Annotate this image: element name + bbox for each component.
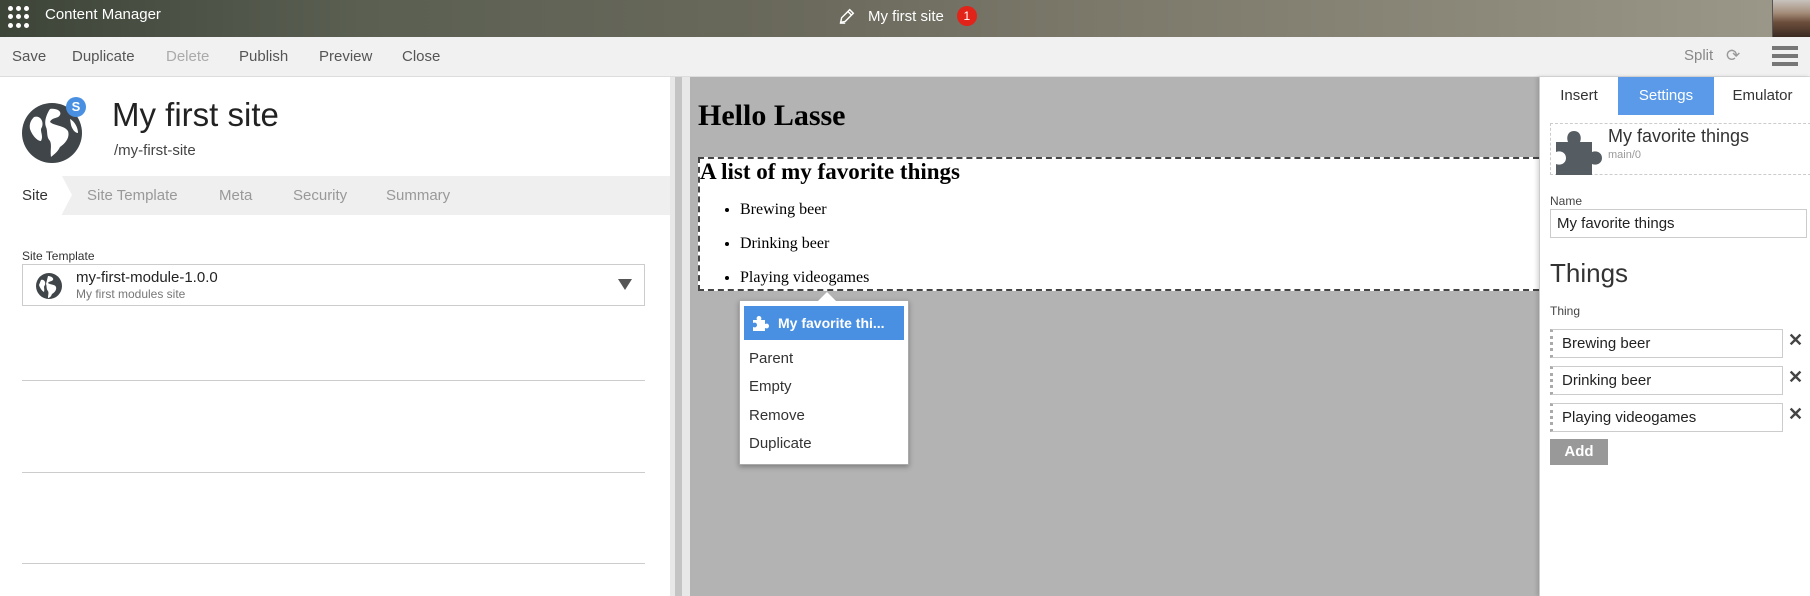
- module-header: My favorite things main/0: [1550, 123, 1810, 175]
- preview-heading: Hello Lasse: [698, 99, 846, 132]
- site-template-description: My first modules site: [76, 287, 186, 301]
- menu-item-empty[interactable]: Empty: [749, 378, 792, 395]
- site-editor-panel: S My first site /my-first-site Site Site…: [0, 77, 670, 596]
- user-avatar[interactable]: [1772, 0, 1810, 37]
- tab-security[interactable]: Security: [293, 176, 347, 215]
- split-toggle[interactable]: Split: [1684, 47, 1713, 64]
- hamburger-menu-icon[interactable]: [1772, 46, 1798, 68]
- publish-button[interactable]: Publish: [239, 48, 288, 65]
- divider: [22, 563, 645, 564]
- globe-icon: [36, 273, 62, 299]
- context-menu-title[interactable]: My favorite thi...: [744, 306, 904, 340]
- module-context-menu: My favorite thi... Parent Empty Remove D…: [739, 292, 909, 465]
- toolbar: Save Duplicate Delete Publish Preview Cl…: [0, 37, 1810, 77]
- current-site-name: My first site: [868, 7, 944, 25]
- name-label: Name: [1550, 194, 1583, 208]
- site-icon: S: [20, 97, 86, 163]
- chevron-down-icon: [618, 279, 632, 290]
- refresh-icon[interactable]: ⟳: [1726, 47, 1744, 65]
- apps-grid-icon[interactable]: [8, 6, 30, 28]
- site-template-select[interactable]: my-first-module-1.0.0 My first modules s…: [22, 264, 645, 306]
- module-path: main/0: [1608, 149, 1642, 161]
- add-thing-button[interactable]: Add: [1550, 439, 1608, 465]
- site-badge: S: [66, 97, 86, 117]
- tab-meta[interactable]: Meta: [219, 176, 252, 215]
- close-button[interactable]: Close: [402, 48, 440, 65]
- puzzle-icon: [1556, 131, 1602, 175]
- list-item: Brewing beer: [740, 201, 869, 235]
- tab-site[interactable]: Site: [0, 176, 72, 215]
- list-item: Drinking beer: [740, 235, 869, 269]
- delete-button[interactable]: Delete: [166, 48, 209, 65]
- site-tabs: Site Site Template Meta Security Summary: [0, 176, 670, 215]
- pen-icon: [839, 8, 855, 24]
- tab-settings[interactable]: Settings: [1618, 77, 1714, 115]
- settings-panel: Insert Settings Emulator My favorite thi…: [1539, 77, 1810, 596]
- menu-item-remove[interactable]: Remove: [749, 407, 805, 424]
- site-path-value: my-first-site: [118, 142, 196, 159]
- things-heading: Things: [1550, 258, 1629, 288]
- menu-item-parent[interactable]: Parent: [749, 350, 793, 367]
- top-bar: Content Manager My first site 1: [0, 0, 1810, 37]
- menu-item-duplicate[interactable]: Duplicate: [749, 435, 812, 452]
- tab-emulator[interactable]: Emulator: [1714, 77, 1810, 115]
- site-template-value: my-first-module-1.0.0: [76, 269, 218, 286]
- favorite-things-list: Brewing beer Drinking beer Playing video…: [740, 201, 869, 303]
- remove-thing-icon[interactable]: ✕: [1788, 330, 1803, 351]
- thing-label: Thing: [1550, 304, 1581, 318]
- site-switcher[interactable]: My first site 1: [838, 5, 977, 27]
- split-handle[interactable]: [675, 77, 682, 596]
- preview-button[interactable]: Preview: [319, 48, 372, 65]
- context-menu-title-text: My favorite thi...: [778, 315, 885, 331]
- tab-insert[interactable]: Insert: [1540, 77, 1618, 115]
- app-title: Content Manager: [45, 6, 161, 23]
- tab-summary[interactable]: Summary: [386, 176, 450, 215]
- notification-badge[interactable]: 1: [956, 6, 977, 26]
- module-name: My favorite things: [1608, 126, 1750, 146]
- page-title: My first site: [112, 96, 279, 133]
- thing-field[interactable]: Playing videogames: [1550, 403, 1783, 432]
- duplicate-button[interactable]: Duplicate: [72, 48, 135, 65]
- tab-site-template[interactable]: Site Template: [87, 176, 178, 215]
- split-divider[interactable]: [670, 77, 690, 596]
- thing-field[interactable]: Brewing beer: [1550, 329, 1783, 358]
- name-field[interactable]: My favorite things: [1550, 209, 1807, 238]
- divider: [22, 472, 645, 473]
- puzzle-icon: [753, 316, 769, 331]
- list-item: Playing videogames: [740, 269, 869, 303]
- divider: [22, 380, 645, 381]
- module-heading: A list of my favorite things: [700, 159, 961, 184]
- remove-thing-icon[interactable]: ✕: [1788, 404, 1803, 425]
- remove-thing-icon[interactable]: ✕: [1788, 367, 1803, 388]
- save-button[interactable]: Save: [12, 48, 46, 65]
- site-template-label: Site Template: [22, 249, 95, 263]
- thing-field[interactable]: Drinking beer: [1550, 366, 1783, 395]
- site-path: /my-first-site: [114, 142, 196, 159]
- selected-module[interactable]: A list of my favorite things Brewing bee…: [698, 157, 1539, 291]
